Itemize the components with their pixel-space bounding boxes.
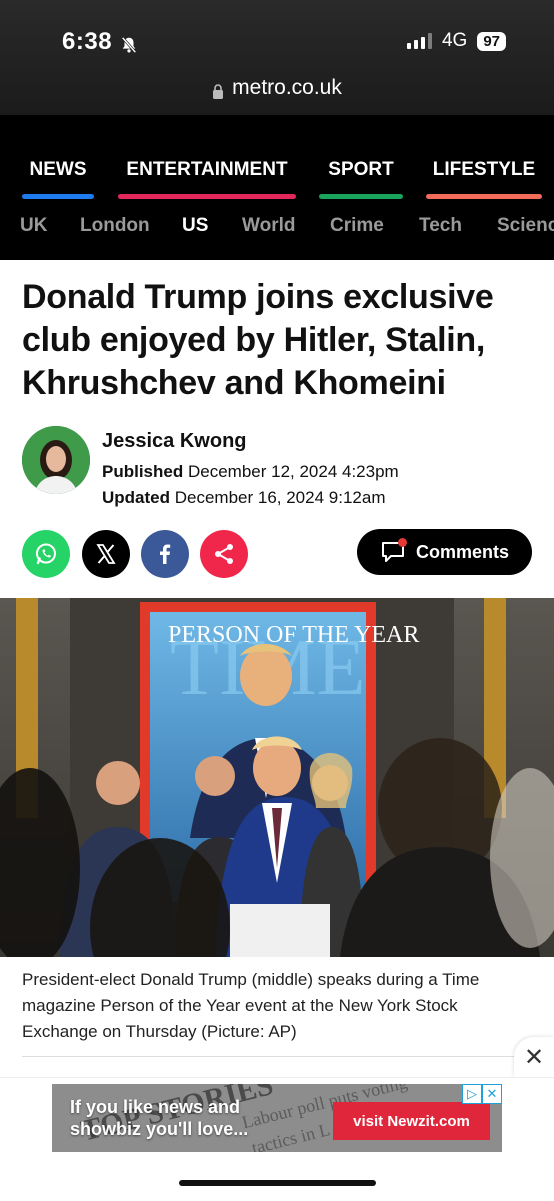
whatsapp-icon bbox=[36, 543, 56, 565]
url-bar[interactable]: metro.co.uk bbox=[0, 76, 554, 100]
battery-indicator: 97 bbox=[477, 31, 506, 51]
ad-banner[interactable]: TOP STORIES Labour poll puts voting tact… bbox=[52, 1084, 502, 1152]
home-indicator bbox=[179, 1180, 376, 1186]
author-name[interactable]: Jessica Kwong bbox=[102, 430, 247, 453]
signal-icon bbox=[406, 33, 432, 49]
status-time: 6:38 bbox=[62, 28, 138, 56]
url-text: metro.co.uk bbox=[232, 76, 342, 99]
clock-text: 6:38 bbox=[62, 28, 113, 55]
silent-bell-icon bbox=[120, 33, 138, 54]
ad-text: If you like news and showbiz you'll love… bbox=[70, 1096, 248, 1140]
adchoices-icon[interactable]: ▷ ✕ bbox=[462, 1084, 502, 1104]
article-hero-image[interactable]: TIME PERSON OF THE YEAR bbox=[0, 598, 554, 957]
site-navigation: NEWS ENTERTAINMENT SPORT LIFESTYLE UK Lo… bbox=[0, 115, 554, 260]
subnav-us[interactable]: US bbox=[182, 215, 208, 237]
share-button[interactable] bbox=[200, 530, 248, 578]
image-overlay-text: PERSON OF THE YEAR bbox=[168, 622, 419, 648]
subnav-crime[interactable]: Crime bbox=[330, 215, 384, 237]
ad-text-line: showbiz you'll love... bbox=[70, 1119, 249, 1139]
tab-sport[interactable]: SPORT bbox=[319, 159, 403, 199]
updated-label: Updated bbox=[102, 488, 170, 507]
subnav-tech[interactable]: Tech bbox=[419, 215, 462, 237]
published-label: Published bbox=[102, 462, 184, 481]
comments-label: Comments bbox=[415, 541, 509, 562]
x-icon bbox=[96, 544, 116, 564]
author-avatar[interactable] bbox=[22, 426, 90, 494]
facebook-share-button[interactable] bbox=[141, 530, 189, 578]
tab-label: NEWS bbox=[29, 159, 87, 180]
updated-value: December 16, 2024 9:12am bbox=[174, 488, 386, 507]
tab-underline bbox=[118, 194, 296, 199]
subnav-science[interactable]: Scienc bbox=[497, 215, 554, 237]
article-headline: Donald Trump joins exclusive club enjoye… bbox=[22, 278, 494, 402]
primary-nav: NEWS ENTERTAINMENT SPORT LIFESTYLE bbox=[0, 159, 554, 205]
subnav-london[interactable]: London bbox=[80, 215, 150, 237]
tab-label: LIFESTYLE bbox=[432, 159, 536, 180]
ad-close-button[interactable]: ✕ bbox=[514, 1037, 554, 1077]
x-share-button[interactable] bbox=[82, 530, 130, 578]
updated-date: Updated December 16, 2024 9:12am bbox=[102, 488, 385, 508]
status-right: 4G 97 bbox=[406, 30, 506, 52]
comments-button[interactable]: Comments bbox=[357, 529, 532, 575]
comment-icon bbox=[380, 538, 407, 564]
tab-news[interactable]: NEWS bbox=[22, 159, 94, 199]
lock-icon bbox=[212, 81, 224, 99]
share-icon bbox=[215, 544, 233, 564]
tab-underline bbox=[426, 194, 542, 199]
whatsapp-share-button[interactable] bbox=[22, 530, 70, 578]
subnav-world[interactable]: World bbox=[242, 215, 295, 237]
published-value: December 12, 2024 4:23pm bbox=[187, 462, 399, 481]
tab-entertainment[interactable]: ENTERTAINMENT bbox=[118, 159, 296, 199]
divider bbox=[22, 1056, 532, 1057]
network-label: 4G bbox=[441, 30, 468, 51]
ad-cta-button[interactable]: visit Newzit.com bbox=[333, 1102, 490, 1140]
secondary-nav: UK London US World Crime Tech Scienc bbox=[0, 215, 554, 245]
published-date: Published December 12, 2024 4:23pm bbox=[102, 462, 399, 482]
tab-underline bbox=[319, 194, 403, 199]
ad-text-line: If you like news and bbox=[70, 1097, 241, 1117]
facebook-icon bbox=[160, 544, 171, 564]
browser-top-bar: 6:38 4G 97 metro.co.uk bbox=[0, 0, 554, 115]
tab-underline bbox=[22, 194, 94, 199]
tab-label: ENTERTAINMENT bbox=[126, 159, 288, 180]
image-caption: President-elect Donald Trump (middle) sp… bbox=[22, 970, 480, 1041]
tab-lifestyle[interactable]: LIFESTYLE bbox=[426, 159, 542, 199]
subnav-uk[interactable]: UK bbox=[20, 215, 47, 237]
tab-label: SPORT bbox=[328, 159, 394, 180]
close-icon: ✕ bbox=[523, 1043, 545, 1071]
hero-photo: TIME PERSON OF THE YEAR bbox=[0, 598, 554, 957]
